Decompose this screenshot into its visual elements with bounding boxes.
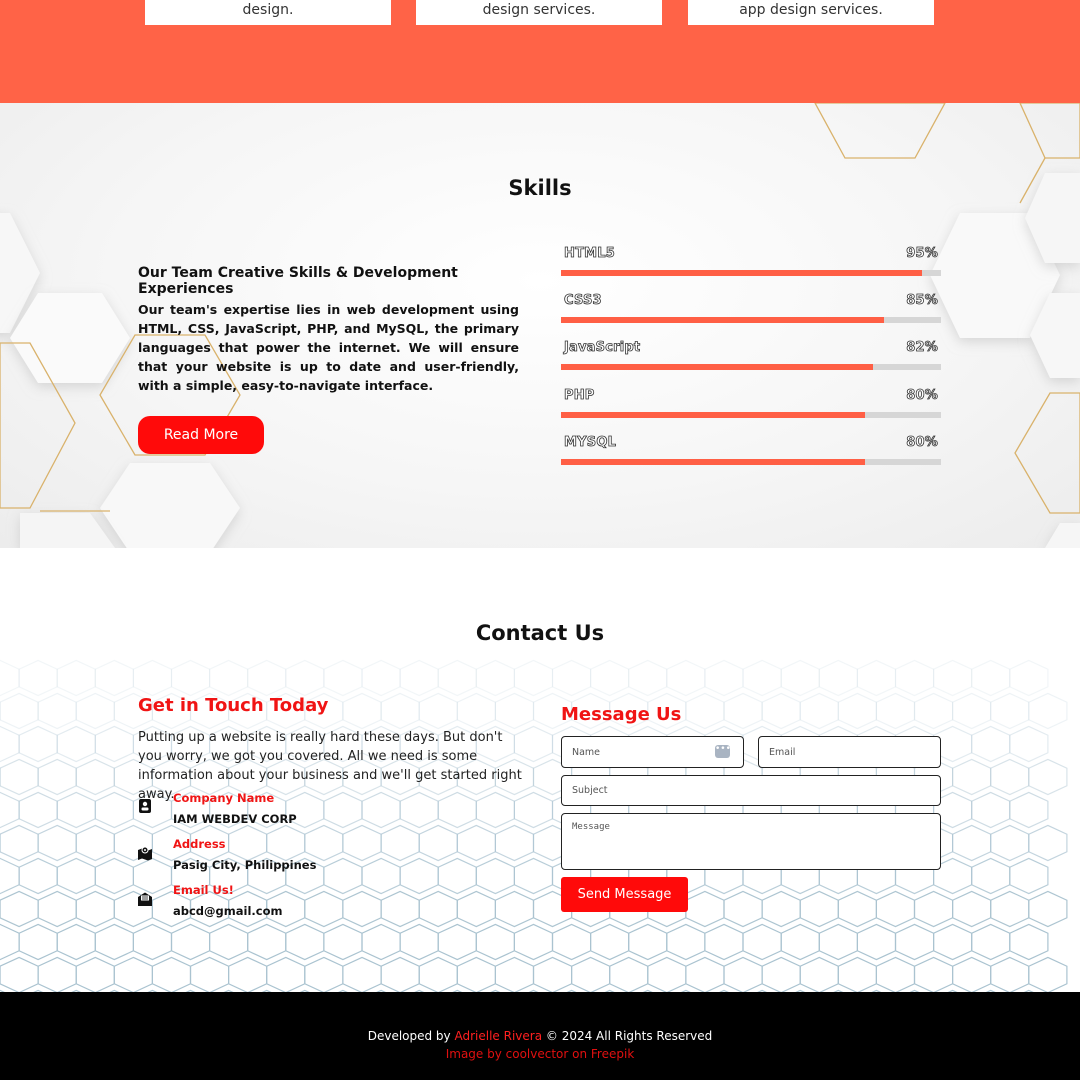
- company-name-label: Company Name: [173, 791, 275, 805]
- address-value: Pasig City, Philippines: [173, 858, 317, 872]
- skill-progress-fill: [561, 317, 884, 323]
- skill-progress-track: [561, 412, 941, 418]
- footer-credits: Developed by Adrielle Rivera © 2024 All …: [0, 1029, 1080, 1043]
- footer-author-link[interactable]: Adrielle Rivera: [454, 1029, 542, 1043]
- skill-name: CSS3: [564, 293, 602, 309]
- skill-percent: 95%: [906, 246, 938, 262]
- service-card-text: design.: [242, 2, 294, 18]
- skill-progress-fill: [561, 459, 865, 465]
- read-more-button[interactable]: Read More: [138, 416, 264, 454]
- company-name-value: IAM WEBDEV CORP: [173, 812, 297, 826]
- skill-row-php: PHP 80%: [561, 388, 941, 428]
- service-card: design services.: [416, 0, 662, 25]
- service-card: design.: [145, 0, 391, 25]
- service-card-text: app design services.: [739, 2, 883, 18]
- message-textarea[interactable]: [561, 813, 941, 870]
- contact-section: Contact Us Get in Touch Today Putting up…: [0, 548, 1080, 992]
- skill-progress-fill: [561, 412, 865, 418]
- address-label: Address: [173, 837, 226, 851]
- skill-percent: 85%: [906, 293, 938, 309]
- service-card: app design services.: [688, 0, 934, 25]
- skill-name: MYSQL: [564, 435, 617, 451]
- skill-percent: 82%: [906, 340, 938, 356]
- skills-subtitle: Our Team Creative Skills & Development E…: [138, 265, 458, 297]
- email-value: abcd@gmail.com: [173, 904, 283, 918]
- skill-percent: 80%: [906, 435, 938, 451]
- map-marker-icon: [138, 846, 152, 861]
- message-us-heading: Message Us: [561, 704, 682, 725]
- skill-name: JavaScript: [564, 340, 641, 356]
- skill-row-css3: CSS3 85%: [561, 293, 941, 333]
- footer-developed-by: Developed by: [367, 1029, 451, 1043]
- footer-rights: © 2024 All Rights Reserved: [545, 1029, 713, 1043]
- footer-image-credit[interactable]: Image by coolvector on Freepik: [0, 1047, 1080, 1061]
- services-strip: design. design services. app design serv…: [0, 0, 1080, 103]
- skill-percent: 80%: [906, 388, 938, 404]
- email-input[interactable]: [758, 736, 941, 768]
- skills-section: Skills Our Team Creative Skills & Develo…: [0, 103, 1080, 548]
- service-card-text: design services.: [482, 2, 596, 18]
- envelope-open-icon: [138, 892, 152, 906]
- skill-row-html5: HTML5 95%: [561, 246, 941, 286]
- id-card-icon: [139, 799, 151, 813]
- skill-progress-fill: [561, 270, 922, 276]
- skill-name: PHP: [564, 388, 595, 404]
- skills-description: Our team's expertise lies in web develop…: [138, 302, 519, 393]
- subject-input[interactable]: [561, 775, 941, 806]
- send-message-button[interactable]: Send Message: [561, 877, 688, 912]
- skill-progress-track: [561, 364, 941, 370]
- email-label: Email Us!: [173, 883, 234, 897]
- skill-progress-track: [561, 459, 941, 465]
- skill-row-javascript: JavaScript 82%: [561, 340, 941, 380]
- get-in-touch-heading: Get in Touch Today: [138, 695, 329, 716]
- footer: Developed by Adrielle Rivera © 2024 All …: [0, 992, 1080, 1080]
- autofill-dots-icon[interactable]: •••: [715, 745, 731, 758]
- skill-row-mysql: MYSQL 80%: [561, 435, 941, 475]
- skill-progress-track: [561, 270, 941, 276]
- skill-progress-track: [561, 317, 941, 323]
- contact-title: Contact Us: [475, 621, 605, 645]
- skills-title: Skills: [508, 176, 572, 200]
- skill-name: HTML5: [564, 246, 616, 262]
- skill-progress-fill: [561, 364, 873, 370]
